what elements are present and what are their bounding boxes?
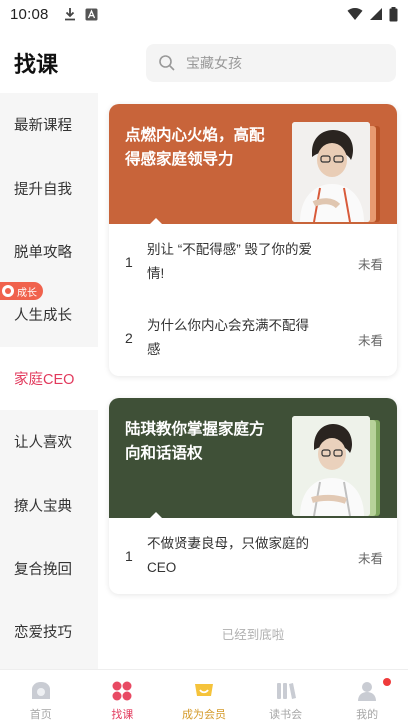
- signal-icon: [370, 8, 382, 20]
- tab-book-club[interactable]: 读书会: [245, 670, 327, 727]
- smile-crown-icon: [194, 684, 213, 696]
- sidebar-item-reconcile[interactable]: 复合挽回: [0, 537, 98, 600]
- sidebar-item-label: 人生成长: [14, 308, 72, 325]
- tab-label: 我的: [356, 709, 379, 721]
- lesson-number: 2: [125, 330, 133, 346]
- tab-label: 首页: [29, 709, 52, 721]
- battery-icon: [389, 6, 398, 21]
- course-card[interactable]: 点燃内心火焰，高配得感家庭领导力 1 别让 “不配得感” 毁了你的爱情! 未看 …: [109, 104, 397, 376]
- tab-find-course[interactable]: 找课: [82, 670, 164, 727]
- growth-badge: 成长: [0, 282, 43, 300]
- lesson-item[interactable]: 1 别让 “不配得感” 毁了你的爱情! 未看: [109, 224, 397, 300]
- download-icon: [64, 8, 75, 21]
- sidebar-item-label: 恋爱技巧: [14, 625, 72, 642]
- lesson-number: 1: [125, 548, 133, 564]
- sidebar-item-label: 让人喜欢: [14, 435, 72, 452]
- wifi-icon: [347, 8, 363, 20]
- home-icon: [31, 682, 50, 699]
- lesson-number: 1: [125, 254, 133, 270]
- sidebar-item-love-skills[interactable]: 恋爱技巧: [0, 600, 98, 663]
- lesson-item[interactable]: 2 为什么你内心会充满不配得感 未看: [109, 300, 397, 376]
- course-title: 点燃内心火焰，高配得感家庭领导力: [125, 127, 265, 168]
- notification-icons: [63, 7, 98, 21]
- end-of-list-note: 已经到底啦: [221, 628, 285, 642]
- sidebar-item-family-ceo[interactable]: 家庭CEO: [0, 346, 98, 410]
- page-header: 找课 宝藏女孩: [0, 36, 408, 90]
- badge-dot-icon: [2, 285, 14, 297]
- tab-profile[interactable]: 我的: [326, 670, 408, 727]
- tab-label: 读书会: [269, 709, 303, 721]
- lesson-title: 别让 “不配得感” 毁了你的爱情!: [147, 242, 312, 281]
- instructor-portrait: [292, 122, 370, 222]
- tab-membership[interactable]: 成为会员: [163, 670, 245, 727]
- sidebar-item-flirting[interactable]: 撩人宝典: [0, 473, 98, 536]
- notification-dot: [382, 678, 391, 686]
- sidebar-item-likable[interactable]: 让人喜欢: [0, 410, 98, 473]
- tab-home[interactable]: 首页: [0, 670, 82, 727]
- sidebar-item-label: 提升自我: [14, 181, 72, 198]
- tab-label: 找课: [111, 709, 134, 721]
- course-cover: [292, 122, 380, 222]
- status-bar: 10:08: [0, 0, 408, 28]
- sidebar-item-self-improvement[interactable]: 提升自我: [0, 156, 98, 219]
- watch-status: 未看: [357, 334, 383, 348]
- course-list: 点燃内心火焰，高配得感家庭领导力 1 别让 “不配得感” 毁了你的爱情! 未看 …: [98, 93, 408, 669]
- search-placeholder: 宝藏女孩: [186, 55, 242, 71]
- search-icon: [159, 55, 175, 71]
- sidebar-item-label: 最新课程: [14, 118, 72, 135]
- course-title: 陆琪教你掌握家庭方向和话语权: [125, 421, 265, 462]
- category-sidebar: 最新课程 提升自我 脱单攻略 人生成长 家庭CEO 让人喜欢 撩人宝典 复合挽回…: [0, 93, 98, 669]
- lesson-item[interactable]: 1 不做贤妻良母，只做家庭的CEO 未看: [109, 518, 397, 594]
- instructor-portrait: [292, 416, 370, 516]
- page-title: 找课: [14, 52, 59, 77]
- sidebar-item-label: 复合挽回: [14, 561, 72, 578]
- badge-label: 成长: [17, 287, 37, 299]
- sidebar-item-label: 家庭CEO: [14, 371, 75, 388]
- sidebar-item-dating[interactable]: 脱单攻略: [0, 220, 98, 283]
- books-icon: [276, 683, 296, 699]
- bottom-tab-bar: 首页 找课 成为会员 读书会 我的: [0, 669, 408, 727]
- status-time: 10:08: [10, 5, 49, 23]
- course-cover: [292, 416, 380, 516]
- course-banner[interactable]: 点燃内心火焰，高配得感家庭领导力: [109, 104, 397, 225]
- course-card[interactable]: 陆琪教你掌握家庭方向和话语权 1 不做贤妻良母，只做家庭的CEO 未看: [109, 398, 397, 594]
- watch-status: 未看: [357, 552, 383, 566]
- course-banner[interactable]: 陆琪教你掌握家庭方向和话语权: [109, 398, 397, 519]
- profile-icon: [358, 682, 377, 701]
- sidebar-item-label: 撩人宝典: [14, 498, 72, 515]
- lesson-title: 不做贤妻良母，只做家庭的CEO: [147, 536, 309, 575]
- tab-label: 成为会员: [181, 709, 226, 721]
- sidebar-item-label: 脱单攻略: [14, 244, 72, 261]
- lesson-title: 为什么你内心会充满不配得感: [147, 318, 309, 357]
- sidebar-item-newest[interactable]: 最新课程: [0, 93, 98, 156]
- app-notification-icon: [85, 8, 98, 20]
- search-input[interactable]: 宝藏女孩: [146, 44, 396, 82]
- grid-icon: [112, 681, 132, 701]
- watch-status: 未看: [357, 258, 383, 272]
